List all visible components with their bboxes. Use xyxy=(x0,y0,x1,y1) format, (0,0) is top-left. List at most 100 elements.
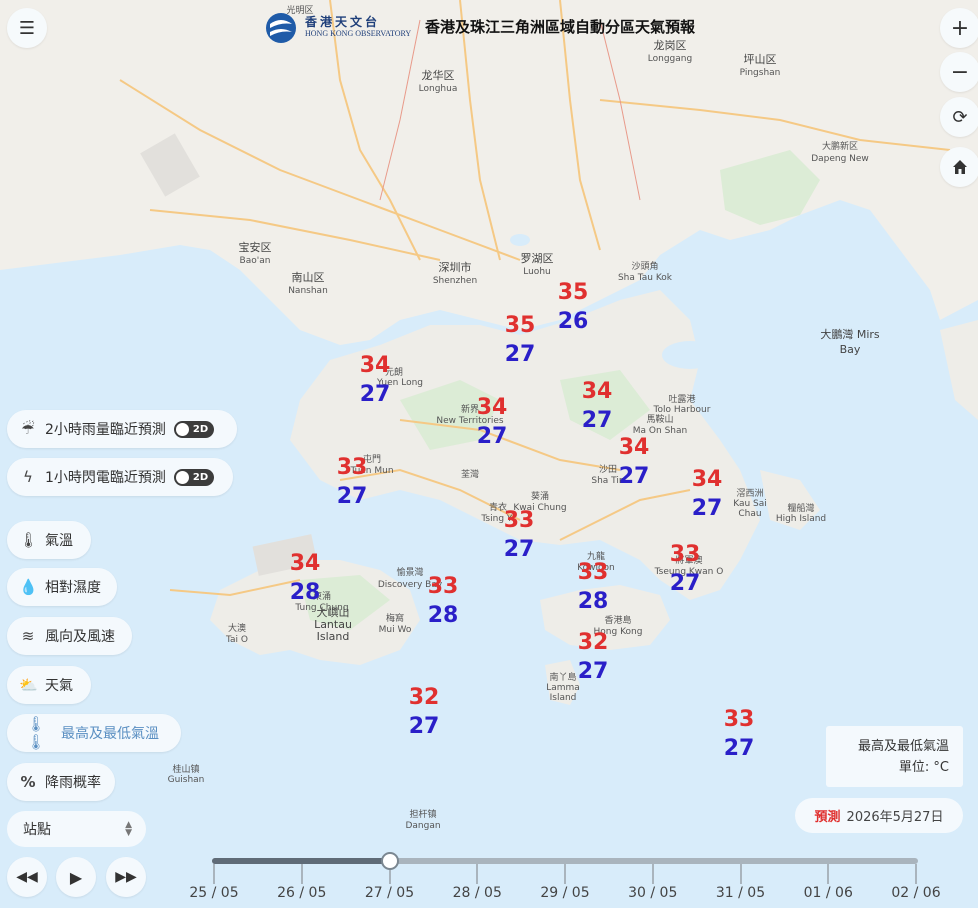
rain-cloud-icon: ☔ xyxy=(21,420,35,438)
map-place-label: Bao'an xyxy=(239,256,271,266)
map-place-label: Luohu xyxy=(523,267,551,277)
timeline-date-label[interactable]: 25 / 05 xyxy=(179,885,249,901)
station-temperature-marker[interactable]: 33 28 xyxy=(571,558,615,616)
menu-button[interactable]: ☰ xyxy=(7,8,47,48)
timeline-date-label[interactable]: 01 / 06 xyxy=(793,885,863,901)
station-temperature-marker[interactable]: 34 27 xyxy=(685,465,729,523)
minus-icon: − xyxy=(950,59,970,85)
rewind-button[interactable]: ◀◀ xyxy=(7,857,47,897)
station-temperature-marker[interactable]: 35 27 xyxy=(498,311,542,369)
map-place-label: Island xyxy=(549,693,577,703)
home-icon xyxy=(953,160,967,174)
max-temperature: 33 xyxy=(669,542,701,567)
max-temperature: 33 xyxy=(336,455,368,480)
station-temperature-marker[interactable]: 34 28 xyxy=(283,549,327,607)
max-temperature: 32 xyxy=(577,630,609,655)
min-temperature: 26 xyxy=(557,309,589,334)
map-place-label: 担杆镇 xyxy=(409,810,437,820)
map-place-label: Longhua xyxy=(418,84,458,94)
max-temperature: 33 xyxy=(503,508,535,533)
timeline-date-label[interactable]: 28 / 05 xyxy=(442,885,512,901)
layer-rain-probability[interactable]: % 降雨概率 xyxy=(7,763,115,801)
timeline-date-label[interactable]: 30 / 05 xyxy=(618,885,688,901)
timeline-handle[interactable] xyxy=(380,852,399,870)
max-min-thermometer-icon: 🌡🌡 xyxy=(26,715,46,751)
layer-lightning-nowcast[interactable]: ϟ 1小時閃電臨近預測 2D xyxy=(7,458,233,496)
forward-button[interactable]: ▶▶ xyxy=(106,857,146,897)
timeline-date-label[interactable]: 29 / 05 xyxy=(530,885,600,901)
map-place-label: 坪山区 xyxy=(743,53,777,66)
layer-rain-nowcast[interactable]: ☔ 2小時雨量臨近預測 2D xyxy=(7,410,237,448)
station-select[interactable]: 站點 ▲ ▼ xyxy=(7,811,146,847)
zoom-out-button[interactable]: − xyxy=(940,52,978,92)
map-place-label: Bay xyxy=(839,343,861,356)
map-place-label: Tai O xyxy=(226,635,248,645)
max-temperature: 33 xyxy=(577,560,609,585)
max-temperature: 34 xyxy=(618,435,650,460)
play-icon: ▶ xyxy=(69,867,83,887)
timeline-tick xyxy=(300,864,303,884)
map-place-label: Nanshan xyxy=(288,286,328,296)
station-temperature-marker[interactable]: 33 27 xyxy=(330,453,374,511)
timeline-date-label[interactable]: 02 / 06 xyxy=(881,885,951,901)
layer-humidity[interactable]: 💧 相對濕度 xyxy=(7,568,117,606)
select-arrows-icon: ▲ ▼ xyxy=(125,820,132,838)
layer-weather[interactable]: ⛅ 天氣 xyxy=(7,666,91,704)
toggle-2d[interactable]: 2D xyxy=(173,468,215,486)
timeline-date-label[interactable]: 26 / 05 xyxy=(267,885,337,901)
refresh-button[interactable]: ⟳ xyxy=(940,97,978,137)
home-button[interactable] xyxy=(940,147,978,187)
forecast-date-badge: 預測 2026年5月27日 xyxy=(795,798,963,833)
layer-label: 降雨概率 xyxy=(45,775,101,791)
zoom-in-button[interactable]: + xyxy=(940,8,978,48)
station-temperature-marker[interactable]: 32 27 xyxy=(402,683,446,741)
thermometer-icon: 🌡 xyxy=(19,531,39,549)
droplet-icon: 💧 xyxy=(19,578,38,596)
map-place-label: Shenzhen xyxy=(432,276,478,286)
min-temperature: 27 xyxy=(581,408,613,433)
plover-cove xyxy=(662,341,718,369)
station-temperature-marker[interactable]: 33 27 xyxy=(717,705,761,763)
min-temperature: 27 xyxy=(723,736,755,761)
header-logo[interactable]: 香港天文台 HONG KONG OBSERVATORY xyxy=(265,12,411,44)
station-temperature-marker[interactable]: 34 27 xyxy=(612,433,656,491)
map-place-label: 香港島 xyxy=(604,616,632,626)
timeline-date-label[interactable]: 27 / 05 xyxy=(355,885,425,901)
map-place-label: 大鵬灣 Mirs xyxy=(820,328,880,341)
map-place-label: 南山区 xyxy=(291,271,325,284)
map-place-label: High Island xyxy=(775,514,827,524)
play-button[interactable]: ▶ xyxy=(56,857,96,897)
station-temperature-marker[interactable]: 34 27 xyxy=(470,393,514,451)
layer-temperature[interactable]: 🌡 氣溫 xyxy=(7,521,91,559)
map-place-label: 沙頭角 xyxy=(631,262,659,272)
station-temperature-marker[interactable]: 34 27 xyxy=(575,377,619,435)
station-temperature-marker[interactable]: 32 27 xyxy=(571,628,615,686)
station-temperature-marker[interactable]: 34 27 xyxy=(353,351,397,409)
station-temperature-marker[interactable]: 33 27 xyxy=(497,506,541,564)
toggle-2d[interactable]: 2D xyxy=(173,420,215,438)
shenzhen-reservoir xyxy=(510,234,530,246)
legend-unit: 單位: °C xyxy=(898,760,949,775)
layer-label: 1小時閃電臨近預測 xyxy=(45,470,166,486)
layer-wind[interactable]: ≋ 風向及風速 xyxy=(7,617,132,655)
layer-max-min-temperature[interactable]: 🌡🌡 最高及最低氣溫 xyxy=(7,714,181,752)
station-select-value: 站點 xyxy=(23,822,51,838)
station-temperature-marker[interactable]: 33 28 xyxy=(421,572,465,630)
station-temperature-marker[interactable]: 35 26 xyxy=(551,278,595,336)
forecast-label: 預測 xyxy=(814,810,841,825)
timeline-tick xyxy=(915,864,917,884)
layer-label: 相對濕度 xyxy=(45,580,101,596)
min-temperature: 28 xyxy=(577,589,609,614)
timeline-tick xyxy=(739,864,742,884)
lightning-icon: ϟ xyxy=(23,468,33,486)
layer-label: 風向及風速 xyxy=(45,629,115,645)
min-temperature: 27 xyxy=(504,342,536,367)
layer-label: 2小時雨量臨近預測 xyxy=(45,422,166,438)
map-place-label: Dangan xyxy=(405,821,441,831)
map-place-label: 馬鞍山 xyxy=(646,415,674,425)
max-temperature: 34 xyxy=(359,353,391,378)
sun-cloud-icon: ⛅ xyxy=(19,676,38,694)
station-temperature-marker[interactable]: 33 27 xyxy=(663,540,707,598)
map-place-label: Guishan xyxy=(167,775,205,785)
timeline-date-label[interactable]: 31 / 05 xyxy=(706,885,776,901)
